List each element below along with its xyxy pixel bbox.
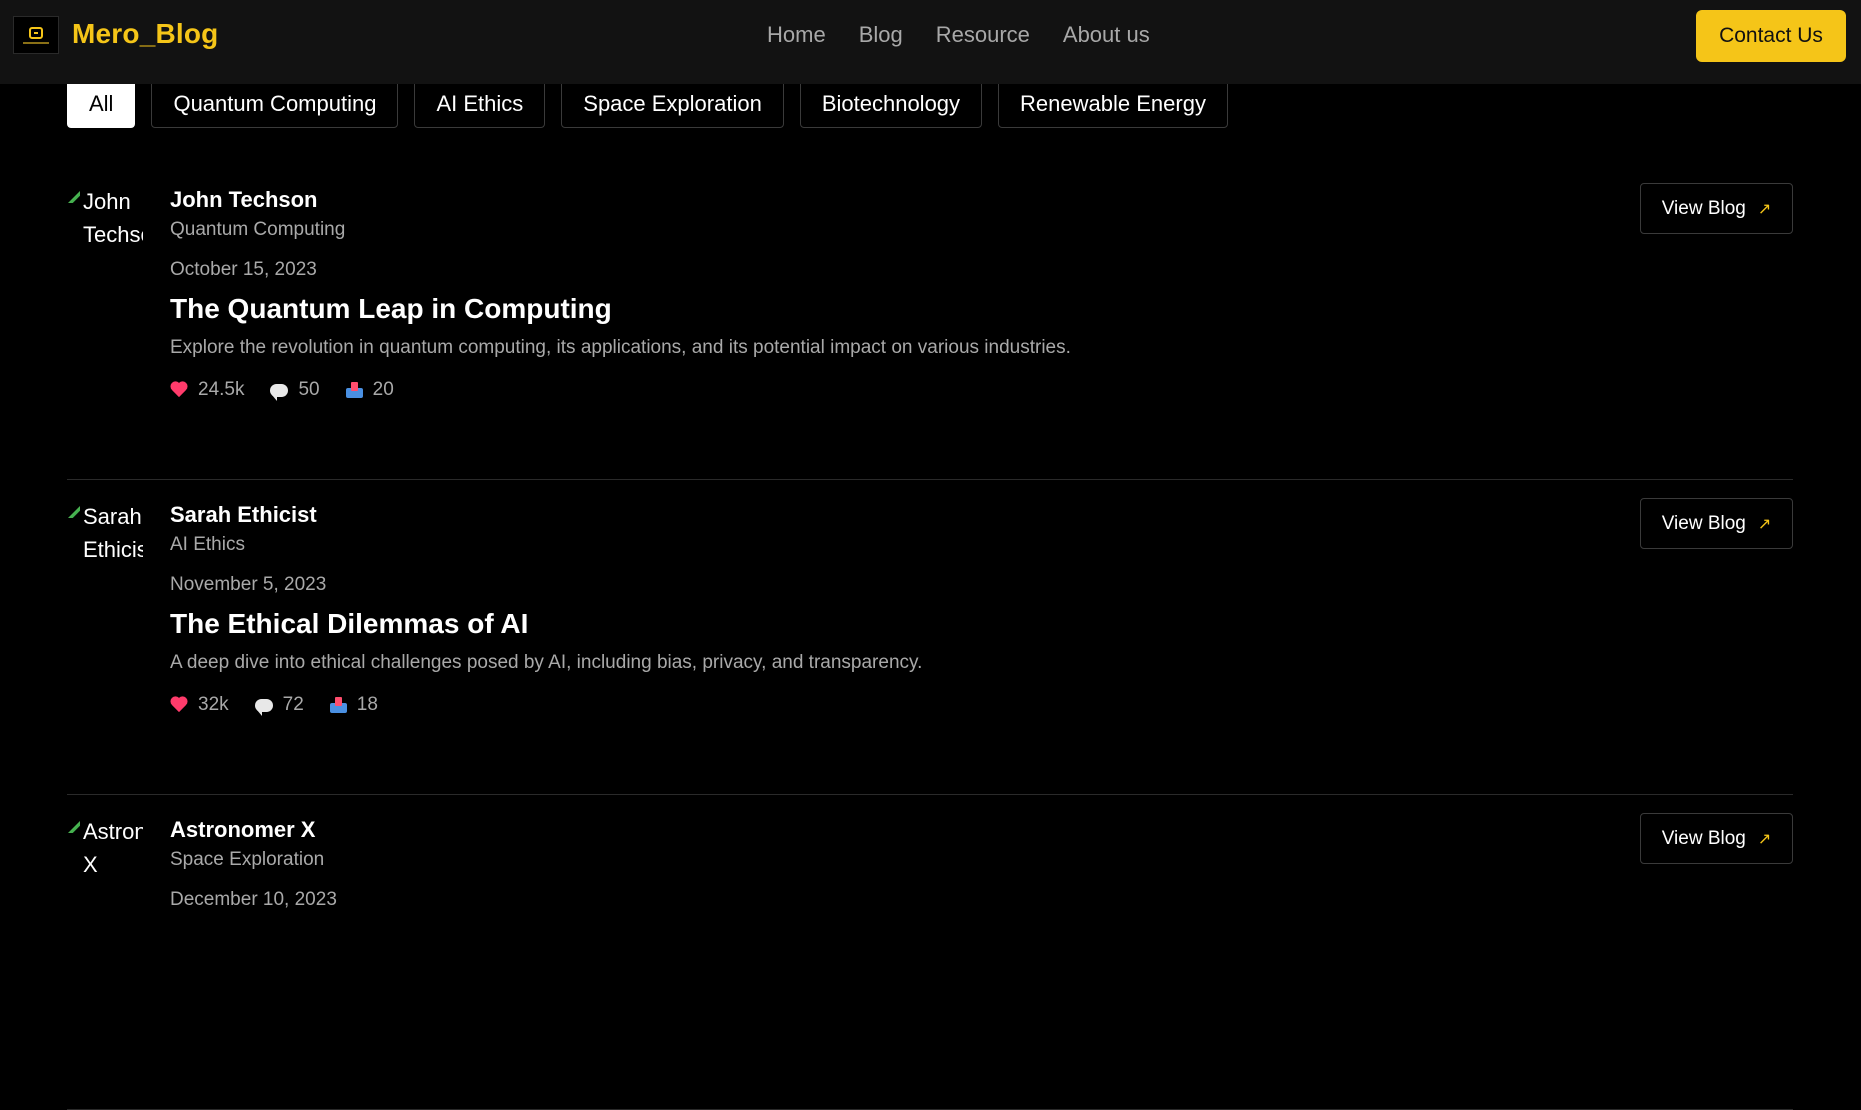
arrow-up-right-icon: ↗ xyxy=(1757,200,1772,218)
filter-chip-biotechnology[interactable]: Biotechnology xyxy=(799,80,983,128)
post-excerpt: Explore the revolution in quantum comput… xyxy=(170,337,1071,358)
filter-chip-renewable-energy[interactable]: Renewable Energy xyxy=(998,80,1228,128)
post-category: Quantum Computing xyxy=(170,219,346,240)
post-stats: 32k 72 18 xyxy=(170,694,922,716)
author-avatar: John Techson xyxy=(67,185,143,245)
avatar-alt-text: John Techson xyxy=(83,189,143,245)
contact-us-button[interactable]: Contact Us xyxy=(1696,10,1846,62)
comment-bubble-icon xyxy=(254,698,273,716)
brand-name[interactable]: Mero_Blog xyxy=(72,18,218,50)
shares-count: 18 xyxy=(356,694,378,715)
post-title[interactable]: The Ethical Dilemmas of AI xyxy=(170,608,922,640)
main-nav: Home Blog Resource About us xyxy=(767,22,1150,48)
view-blog-button[interactable]: View Blog ↗ xyxy=(1640,813,1793,864)
likes-count: 32k xyxy=(198,694,229,715)
likes-count: 24.5k xyxy=(198,379,245,400)
share-inbox-icon xyxy=(329,697,347,713)
comments-count: 50 xyxy=(298,379,320,400)
filter-chip-all[interactable]: All xyxy=(67,80,136,128)
shares-stat[interactable]: 20 xyxy=(345,379,394,401)
logo-subtext-mark xyxy=(23,41,49,44)
filter-chip-quantum-computing[interactable]: Quantum Computing xyxy=(151,80,399,128)
likes-stat[interactable]: 24.5k xyxy=(170,379,244,401)
post-excerpt: A deep dive into ethical challenges pose… xyxy=(170,652,923,673)
post-title[interactable]: The Quantum Leap in Computing xyxy=(170,293,1071,325)
view-blog-label: View Blog xyxy=(1661,827,1746,849)
logo-icon[interactable] xyxy=(13,16,59,54)
post-category: Space Exploration xyxy=(170,849,325,870)
comments-stat[interactable]: 72 xyxy=(254,694,304,716)
shares-count: 20 xyxy=(372,379,394,400)
view-blog-button[interactable]: View Blog ↗ xyxy=(1640,498,1793,549)
blog-post-list: John Techson John Techson Quantum Comput… xyxy=(67,165,1793,1110)
blog-post-card: Sarah Ethicist Sarah Ethicist AI Ethics … xyxy=(67,480,1793,795)
view-blog-button[interactable]: View Blog ↗ xyxy=(1640,183,1793,234)
avatar-alt-text: Sarah Ethicist xyxy=(83,504,143,560)
nav-home-link[interactable]: Home xyxy=(767,22,826,48)
author-avatar: Astronomer X xyxy=(67,815,143,875)
likes-stat[interactable]: 32k xyxy=(170,694,229,716)
post-category: AI Ethics xyxy=(170,534,245,555)
view-blog-label: View Blog xyxy=(1661,197,1746,219)
post-meta: Sarah Ethicist AI Ethics November 5, 202… xyxy=(170,502,922,716)
post-date: October 15, 2023 xyxy=(170,259,317,280)
arrow-up-right-icon: ↗ xyxy=(1757,515,1772,533)
post-meta: John Techson Quantum Computing October 1… xyxy=(170,187,1071,401)
shares-stat[interactable]: 18 xyxy=(329,694,378,716)
filter-chip-ai-ethics[interactable]: AI Ethics xyxy=(414,80,546,128)
blog-post-card: Astronomer X Astronomer X Space Explorat… xyxy=(67,795,1793,1110)
avatar-alt-text: Astronomer X xyxy=(83,819,143,875)
author-name: Astronomer X xyxy=(170,817,316,842)
post-meta: Astronomer X Space Exploration December … xyxy=(170,817,337,911)
view-blog-label: View Blog xyxy=(1661,512,1746,534)
comments-stat[interactable]: 50 xyxy=(270,379,320,401)
category-filter-bar: All Quantum Computing AI Ethics Space Ex… xyxy=(67,80,1228,128)
comment-bubble-icon xyxy=(270,383,289,401)
author-name: Sarah Ethicist xyxy=(170,502,317,527)
arrow-up-right-icon: ↗ xyxy=(1757,830,1772,848)
nav-resource-link[interactable]: Resource xyxy=(936,22,1030,48)
broken-image-icon xyxy=(67,502,83,520)
broken-image-icon xyxy=(67,187,83,205)
nav-blog-link[interactable]: Blog xyxy=(859,22,903,48)
share-inbox-icon xyxy=(345,382,363,398)
heart-icon xyxy=(170,382,188,398)
nav-about-link[interactable]: About us xyxy=(1063,22,1150,48)
logo-emblem xyxy=(29,26,43,39)
comments-count: 72 xyxy=(282,694,304,715)
site-header: Mero_Blog Home Blog Resource About us Co… xyxy=(0,0,1861,84)
author-name: John Techson xyxy=(170,187,318,212)
filter-chip-space-exploration[interactable]: Space Exploration xyxy=(561,80,784,128)
post-date: December 10, 2023 xyxy=(170,889,337,910)
post-date: November 5, 2023 xyxy=(170,574,327,595)
author-avatar: Sarah Ethicist xyxy=(67,500,143,560)
heart-icon xyxy=(170,697,188,713)
blog-post-card: John Techson John Techson Quantum Comput… xyxy=(67,165,1793,480)
broken-image-icon xyxy=(67,817,83,835)
post-stats: 24.5k 50 20 xyxy=(170,379,1071,401)
